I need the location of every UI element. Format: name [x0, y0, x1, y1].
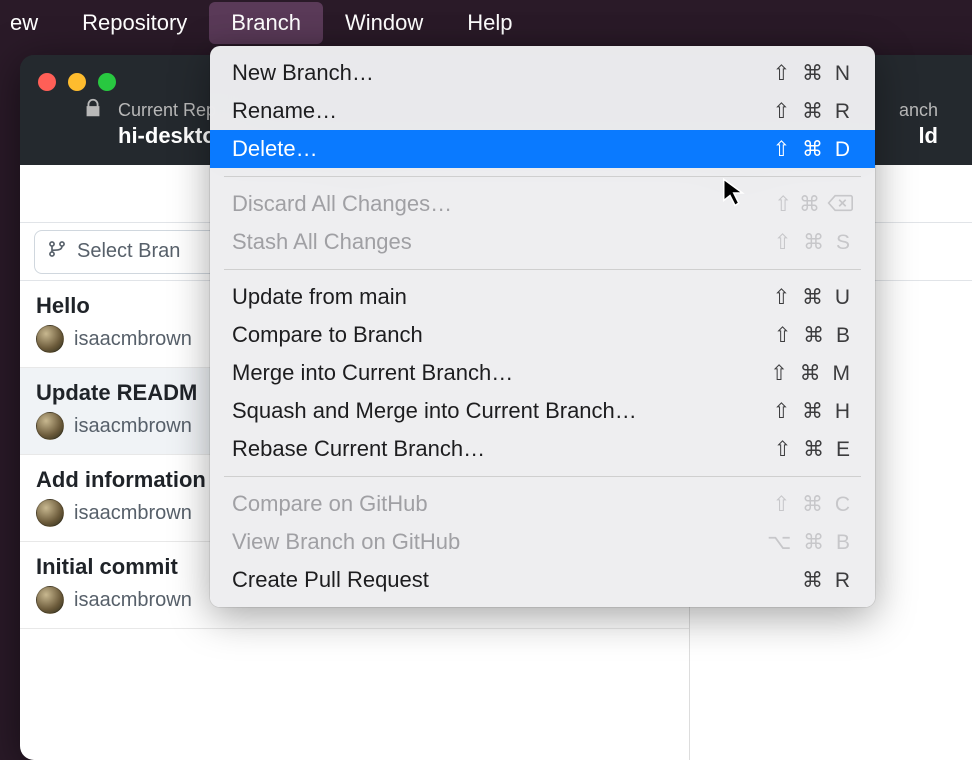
menu-item-label: Update from main [232, 284, 407, 310]
menu-item-label: Compare to Branch [232, 322, 423, 348]
fullscreen-window-button[interactable] [98, 73, 116, 91]
menu-item-shortcut: ⇧ ⌘ N [773, 61, 853, 86]
current-branch-selector-fragment[interactable]: anch ld [881, 55, 972, 165]
menu-item-stash-all-changes: Stash All Changes ⇧ ⌘ S [210, 223, 875, 261]
menu-item-label: Rebase Current Branch… [232, 436, 485, 462]
menu-item-create-pull-request[interactable]: Create Pull Request ⌘ R [210, 561, 875, 599]
git-branch-icon [47, 239, 67, 265]
menubar: ewRepositoryBranchWindowHelp [0, 0, 972, 46]
menu-item-update-from-main[interactable]: Update from main ⇧ ⌘ U [210, 278, 875, 316]
menu-item-shortcut: ⇧ ⌘ D [773, 137, 853, 162]
menu-item-label: Rename… [232, 98, 337, 124]
menu-item-shortcut: ⇧ ⌘ E [774, 437, 853, 462]
minimize-window-button[interactable] [68, 73, 86, 91]
menu-item-label: New Branch… [232, 60, 374, 86]
menu-item-shortcut: ⌘ R [802, 568, 853, 593]
menu-item-rebase-current-branch[interactable]: Rebase Current Branch… ⇧ ⌘ E [210, 430, 875, 468]
commit-author: isaacmbrown [74, 502, 192, 525]
menu-item-view-branch-on-github: View Branch on GitHub ⌥ ⌘ B [210, 523, 875, 561]
avatar [36, 586, 64, 614]
lock-icon [82, 97, 104, 124]
menu-item-shortcut: ⇧ ⌘ C [773, 492, 853, 517]
menu-item-delete[interactable]: Delete… ⇧ ⌘ D [210, 130, 875, 168]
menubar-item-window[interactable]: Window [323, 2, 445, 44]
mouse-cursor [722, 178, 748, 213]
menu-item-label: Squash and Merge into Current Branch… [232, 398, 637, 424]
branch-menu-dropdown: New Branch… ⇧ ⌘ N Rename… ⇧ ⌘ R Delete… ⇧ ⌘ D… [210, 46, 875, 607]
menu-item-label: Discard All Changes… [232, 191, 452, 217]
menu-item-shortcut: ⇧ ⌘ R [773, 99, 853, 124]
menubar-item-ew[interactable]: ew [6, 2, 60, 44]
commit-author: isaacmbrown [74, 328, 192, 351]
menubar-item-branch[interactable]: Branch [209, 2, 323, 44]
branch-filter-placeholder: Select Bran [77, 240, 180, 263]
menu-item-shortcut: ⇧ ⌘ H [773, 399, 853, 424]
menu-item-label: Stash All Changes [232, 229, 412, 255]
menu-item-merge-into-current-branch[interactable]: Merge into Current Branch… ⇧ ⌘ M [210, 354, 875, 392]
commit-author: isaacmbrown [74, 589, 192, 612]
avatar [36, 412, 64, 440]
menu-item-label: Create Pull Request [232, 567, 429, 593]
menu-item-shortcut: ⇧⌘ [774, 192, 853, 217]
avatar [36, 325, 64, 353]
menu-separator [224, 476, 861, 477]
avatar [36, 499, 64, 527]
menu-item-label: Delete… [232, 136, 318, 162]
menubar-item-repository[interactable]: Repository [60, 2, 209, 44]
menu-item-label: Merge into Current Branch… [232, 360, 513, 386]
menu-item-rename[interactable]: Rename… ⇧ ⌘ R [210, 92, 875, 130]
menu-item-label: View Branch on GitHub [232, 529, 460, 555]
commit-author: isaacmbrown [74, 415, 192, 438]
branch-value-frag: ld [918, 123, 938, 149]
menu-separator [224, 269, 861, 270]
menu-separator [224, 176, 861, 177]
menu-item-shortcut: ⇧ ⌘ S [774, 230, 853, 255]
close-window-button[interactable] [38, 73, 56, 91]
menu-item-shortcut: ⌥ ⌘ B [767, 530, 853, 555]
traffic-lights [38, 73, 116, 91]
menubar-item-help[interactable]: Help [445, 2, 534, 44]
menu-item-shortcut: ⇧ ⌘ M [770, 361, 853, 386]
menu-item-compare-to-branch[interactable]: Compare to Branch ⇧ ⌘ B [210, 316, 875, 354]
menu-item-compare-on-github: Compare on GitHub ⇧ ⌘ C [210, 485, 875, 523]
menu-item-shortcut: ⇧ ⌘ U [773, 285, 853, 310]
menu-item-squash-and-merge-into-current-branch[interactable]: Squash and Merge into Current Branch… ⇧ ⌘… [210, 392, 875, 430]
menu-item-shortcut: ⇧ ⌘ B [774, 323, 853, 348]
menu-item-label: Compare on GitHub [232, 491, 428, 517]
backspace-icon [827, 192, 853, 217]
menu-item-new-branch[interactable]: New Branch… ⇧ ⌘ N [210, 54, 875, 92]
menu-item-discard-all-changes: Discard All Changes… ⇧⌘ [210, 185, 875, 223]
branch-label-frag: anch [899, 100, 938, 121]
